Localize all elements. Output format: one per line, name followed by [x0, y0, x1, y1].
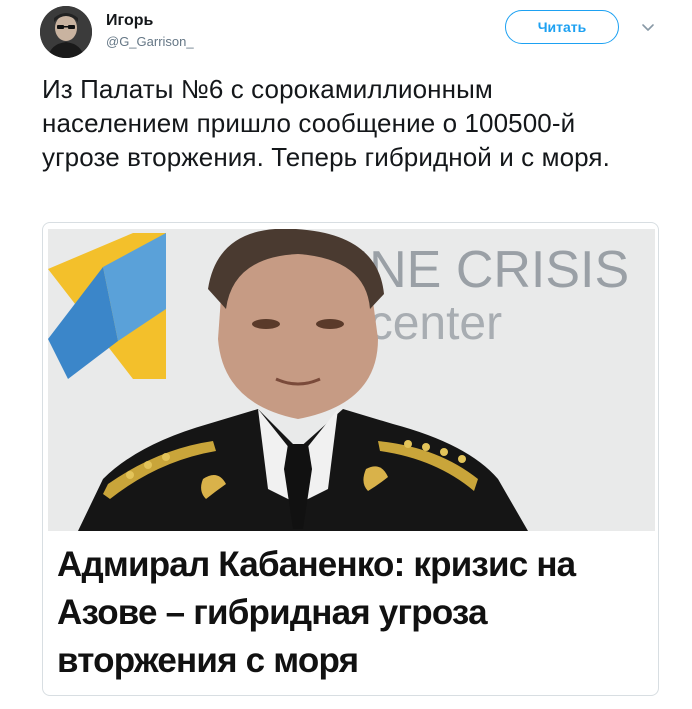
user-avatar-icon: [40, 6, 92, 58]
author-handle[interactable]: @G_Garrison_: [106, 34, 194, 49]
link-card[interactable]: AINE CRISIS ia center Адмирал Кабаненко:…: [42, 222, 659, 696]
card-image: AINE CRISIS ia center: [48, 229, 655, 531]
author-name[interactable]: Игорь: [106, 12, 153, 30]
follow-button[interactable]: Читать: [505, 10, 619, 44]
more-menu-button[interactable]: [638, 18, 658, 38]
tweet-text: Из Палаты №6 с сорокамиллионным населени…: [42, 74, 610, 172]
chevron-down-icon: [642, 24, 654, 31]
card-title: Адмирал Кабаненко: кризис на Азове – гиб…: [57, 545, 576, 680]
author-avatar[interactable]: [40, 6, 92, 58]
